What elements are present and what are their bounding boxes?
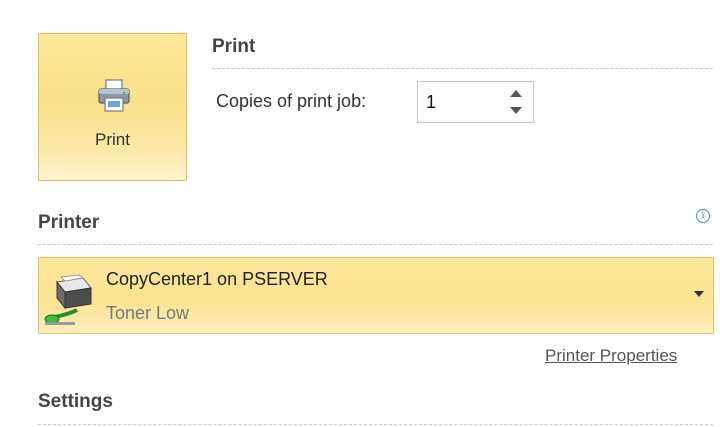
network-printer-icon — [44, 274, 92, 325]
printer-divider — [38, 244, 713, 245]
copies-label: Copies of print job: — [216, 91, 367, 111]
print-button[interactable]: Print — [38, 33, 187, 181]
printer-name: CopyCenter1 on PSERVER — [106, 269, 328, 289]
info-icon[interactable]: i — [696, 209, 710, 223]
print-heading: Print — [212, 36, 256, 57]
copies-stepper[interactable]: 1 — [417, 81, 534, 123]
printer-status: Toner Low — [106, 303, 190, 323]
printer-properties-link[interactable]: Printer Properties — [545, 346, 677, 366]
settings-divider — [38, 424, 713, 425]
print-button-label: Print — [95, 130, 130, 149]
copies-input[interactable]: 1 — [426, 92, 436, 113]
spin-down-arrow-icon[interactable] — [510, 107, 522, 114]
printer-icon — [98, 79, 130, 112]
print-backstage-panel: Print Print Copies of print job: 1 Print… — [0, 0, 723, 427]
printer-select-dropdown[interactable]: CopyCenter1 on PSERVER Toner Low — [38, 257, 714, 334]
chevron-down-icon[interactable] — [694, 291, 704, 297]
print-divider — [212, 68, 713, 69]
settings-heading: Settings — [38, 391, 113, 412]
spin-up-arrow-icon[interactable] — [510, 90, 522, 97]
printer-heading: Printer — [38, 212, 100, 233]
